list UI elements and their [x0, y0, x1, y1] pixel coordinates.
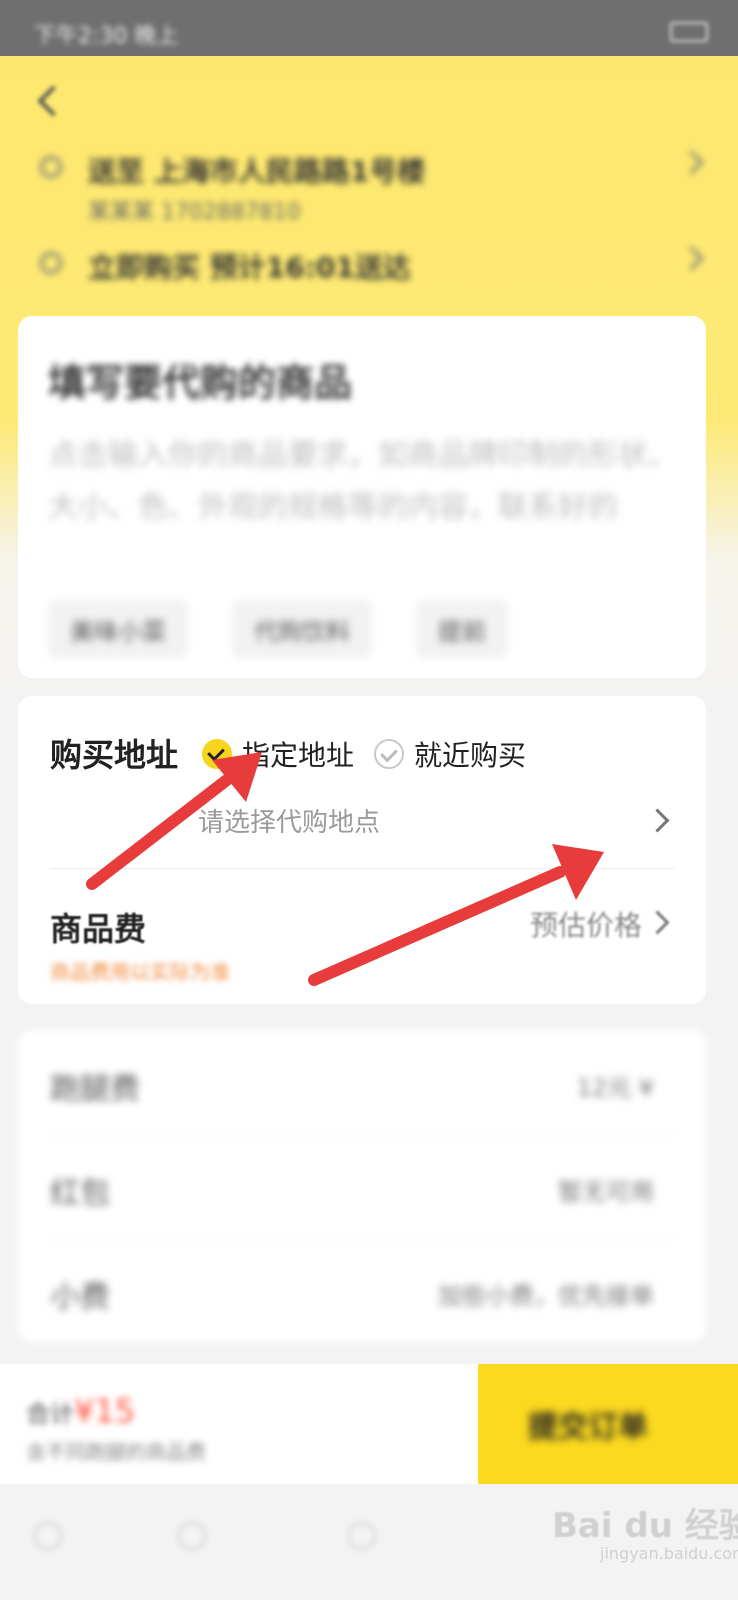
goods-title: 填写要代购的商品 [48, 361, 353, 405]
purchase-location-picker[interactable]: 请选择代购地点 [198, 802, 380, 839]
goods-chip[interactable]: 美味小菜 [48, 600, 188, 659]
back-button[interactable] [34, 84, 62, 120]
nav-back-icon[interactable] [34, 1522, 62, 1550]
divider [50, 868, 674, 869]
submit-label: 提交订单 [528, 1410, 648, 1445]
goods-fee-note: 商品费用以实际为准 [50, 960, 230, 984]
row-value: 暂无可用 [558, 1178, 654, 1206]
delivery-time-text: 立即购买 预计16:01送达 [88, 251, 411, 284]
price-prefix: 合计 [26, 1400, 74, 1428]
location-icon [40, 156, 62, 178]
nav-recents-icon[interactable] [348, 1522, 376, 1550]
goods-card: 填写要代购的商品 点击输入你的商品要求，如商品牌印制的形状、大小、色、外观的规格… [18, 316, 706, 678]
chevron-right-icon [645, 808, 670, 833]
option-label: 就近购买 [414, 739, 527, 772]
row-label: 跑腿费 [50, 1072, 140, 1107]
goods-description-input[interactable]: 点击输入你的商品要求，如商品牌印制的形状、大小、色、外观的规格等的内容，联系好的 [48, 430, 678, 534]
total-price: 合计¥15 [26, 1392, 135, 1430]
unchecked-circle-icon [374, 739, 404, 769]
watermark-url: jingyan.baidu.com [600, 1544, 738, 1563]
purchase-card: 购买地址 指定地址 就近购买 请选择代购地点 商品费 商品费用以实际为准 预估价… [18, 696, 706, 1004]
price-value: ¥15 [74, 1392, 136, 1430]
delivery-time-row[interactable]: 立即购买 预计16:01送达 [40, 246, 704, 286]
chevron-right-icon [645, 910, 670, 935]
battery-icon [670, 22, 708, 42]
nav-home-icon[interactable] [178, 1522, 206, 1550]
delivery-address-row[interactable]: 送至 上海市人民路路1号楼 某某某 1702887810 [40, 150, 704, 230]
delivery-address-text: 送至 上海市人民路路1号楼 [88, 155, 426, 188]
list-item[interactable]: 红包 暂无可用 [50, 1134, 674, 1239]
clock-icon [40, 252, 62, 274]
submit-order-button[interactable]: 提交订单 [478, 1364, 738, 1484]
list-item[interactable]: 跑腿费 12元 ¥ [50, 1030, 674, 1135]
row-value: 加些小费，优先接单 [438, 1282, 654, 1310]
option-label: 指定地址 [242, 739, 355, 772]
chevron-right-icon [679, 150, 704, 175]
price-note: 含不同跑腿的商品费 [26, 1440, 206, 1464]
option-specified-address[interactable]: 指定地址 [202, 734, 354, 774]
goods-chip[interactable]: 代购饮料 [232, 600, 372, 659]
checked-circle-icon [202, 739, 232, 769]
delivery-contact-text: 某某某 1702887810 [88, 200, 301, 225]
list-item[interactable]: 小费 加些小费，优先接单 [50, 1238, 674, 1342]
option-nearby-purchase[interactable]: 就近购买 [374, 734, 526, 774]
row-label: 小费 [50, 1280, 110, 1315]
goods-fee-label: 商品费 [50, 910, 147, 948]
bottom-bar: 合计¥15 含不同跑腿的商品费 提交订单 [0, 1364, 738, 1484]
purchase-address-label: 购买地址 [50, 736, 179, 774]
chevron-right-icon [679, 246, 704, 271]
row-value: 12元 ¥ [576, 1074, 654, 1102]
fee-details-card: 跑腿费 12元 ¥ 红包 暂无可用 小费 加些小费，优先接单 [18, 1030, 706, 1342]
watermark-logo: Bai du 经验 [552, 1506, 738, 1546]
status-time: 下午2:30 晚上 [34, 24, 179, 49]
row-label: 红包 [50, 1176, 110, 1211]
status-bar: 下午2:30 晚上 [0, 0, 738, 56]
goods-chips: 美味小菜 代购饮料 提前 [48, 600, 508, 659]
estimated-price-link[interactable]: 预估价格 [530, 904, 642, 944]
goods-chip[interactable]: 提前 [416, 600, 508, 659]
